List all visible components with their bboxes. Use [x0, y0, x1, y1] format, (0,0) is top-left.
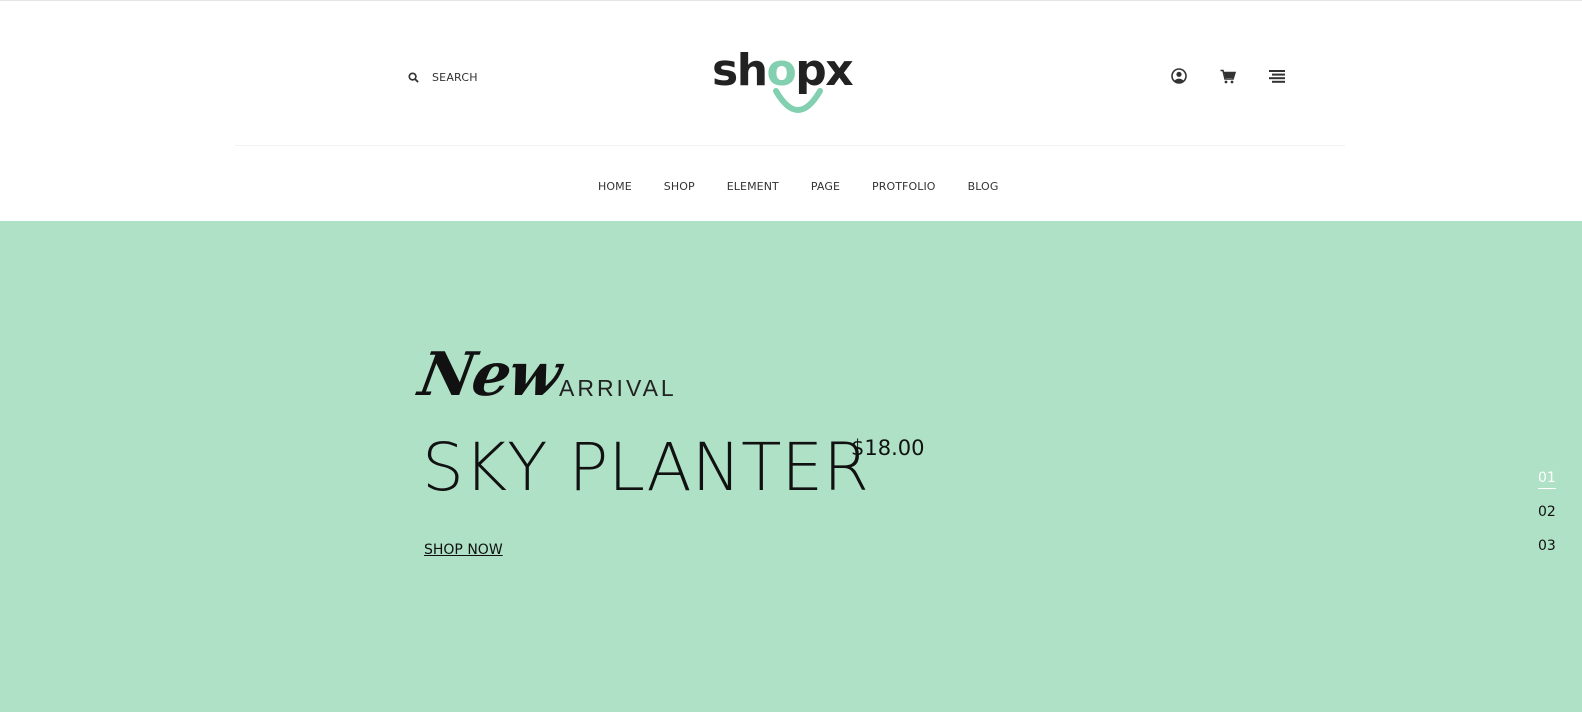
- site-header: SEARCH shopx HOME SHOP ELEMENT PAGE PROT…: [0, 1, 1582, 221]
- logo[interactable]: shopx: [712, 45, 872, 120]
- bottom-strip: [0, 712, 1582, 722]
- nav-item-blog[interactable]: BLOG: [968, 180, 999, 193]
- nav-item-shop[interactable]: SHOP: [664, 180, 695, 193]
- main-nav: HOME SHOP ELEMENT PAGE PROTFOLIO BLOG: [598, 180, 1030, 193]
- hero-title: SKY PLANTER: [422, 429, 869, 506]
- nav-item-element[interactable]: ELEMENT: [727, 180, 779, 193]
- hero-slider: New ARRIVAL SKY PLANTER $18.00 SHOP NOW …: [0, 221, 1582, 712]
- search-icon: [408, 72, 419, 83]
- user-icon: [1171, 68, 1187, 84]
- shop-now-link[interactable]: SHOP NOW: [424, 542, 503, 558]
- search-label: SEARCH: [432, 71, 478, 84]
- slider-pagination: 01 02 03: [1538, 470, 1556, 572]
- header-actions: [1170, 67, 1286, 85]
- cart-button[interactable]: [1219, 67, 1237, 85]
- header-divider: [235, 145, 1345, 146]
- menu-icon: [1269, 69, 1285, 83]
- account-button[interactable]: [1170, 67, 1188, 85]
- slide-dot-02[interactable]: 02: [1538, 504, 1556, 538]
- search-button[interactable]: SEARCH: [408, 71, 478, 84]
- slide-dot-03[interactable]: 03: [1538, 538, 1556, 572]
- menu-button[interactable]: [1268, 67, 1286, 85]
- slide-dot-01[interactable]: 01: [1538, 470, 1556, 504]
- nav-item-page[interactable]: PAGE: [811, 180, 840, 193]
- hero-price: $18.00: [851, 436, 925, 460]
- nav-item-portfolio[interactable]: PROTFOLIO: [872, 180, 936, 193]
- logo-smile-icon: [773, 88, 823, 113]
- cart-icon: [1220, 69, 1236, 83]
- hero-subtitle: ARRIVAL: [559, 375, 677, 401]
- nav-item-home[interactable]: HOME: [598, 180, 632, 193]
- hero-script-word: New: [413, 340, 565, 410]
